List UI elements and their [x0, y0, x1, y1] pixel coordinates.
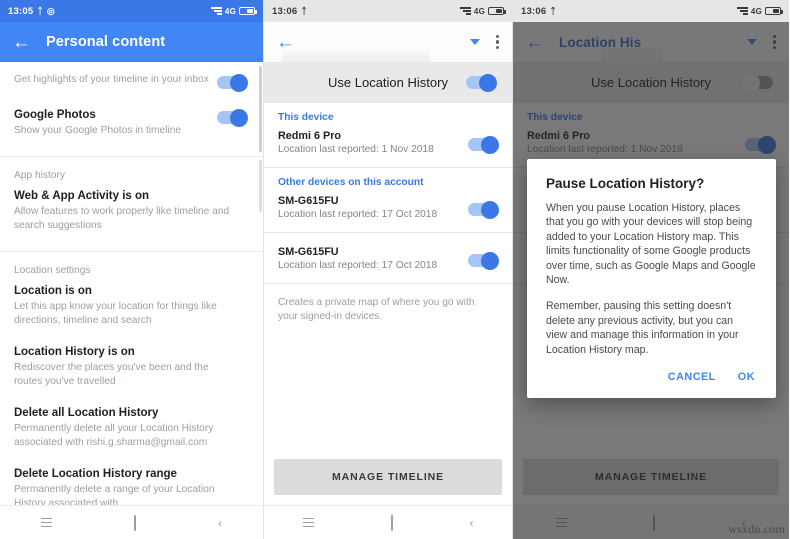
device-last-reported: Location last reported: 17 Oct 2018	[278, 209, 438, 220]
dialog-body: When you pause Location History, places …	[546, 201, 757, 357]
bluetooth-icon: ᛏ	[37, 5, 43, 16]
scrollbar-thumb[interactable]	[259, 66, 262, 152]
hamburger-icon[interactable]	[302, 516, 314, 529]
system-nav-bar-2: ‹	[264, 505, 512, 539]
home-square-icon[interactable]	[134, 514, 136, 531]
device-row-other-1[interactable]: SM-G615FU Location last reported: 17 Oct…	[264, 191, 512, 232]
toggle-device[interactable]	[468, 200, 499, 219]
back-chevron-icon[interactable]: ‹	[470, 517, 474, 529]
location-icon: ◎	[46, 5, 55, 16]
manage-timeline-button[interactable]: MANAGE TIMELINE	[274, 459, 502, 495]
list-item-subtitle: Rediscover the places you've been and th…	[14, 362, 209, 387]
list-item-location-on[interactable]: Location is on Let this app know your lo…	[0, 278, 263, 339]
list-item-subtitle: Show your Google Photos in timeline	[14, 125, 182, 136]
use-location-history-row-2[interactable]: Use Location History	[264, 62, 512, 103]
toggle-device[interactable]	[468, 251, 499, 270]
list-item-subtitle: Allow features to work properly like tim…	[14, 206, 230, 231]
list-item-location-history-on[interactable]: Location History is on Rediscover the pl…	[0, 339, 263, 400]
toggle-device[interactable]	[468, 135, 499, 154]
page-title: Personal content	[46, 34, 166, 50]
back-arrow-icon[interactable]: ←	[12, 33, 34, 52]
back-arrow-icon[interactable]: ←	[276, 33, 298, 52]
status-bar-1: 13:05 ᛏ ◎ 4G	[0, 0, 263, 22]
scrollbar-track[interactable]	[259, 160, 262, 212]
list-item-subtitle: Let this app know your location for thin…	[14, 301, 217, 326]
list-item-google-photos[interactable]: Google Photos Show your Google Photos in…	[0, 100, 263, 149]
toggle-use-location-history[interactable]	[466, 73, 497, 92]
signal-icon	[736, 7, 748, 15]
back-chevron-icon[interactable]: ‹	[218, 517, 222, 529]
list-item-web-app-activity[interactable]: Web & App Activity is on Allow features …	[0, 183, 263, 244]
settings-list-1[interactable]: Get highlights of your timeline in your …	[0, 62, 263, 536]
section-header-location-settings: Location settings	[14, 265, 91, 276]
private-map-note: Creates a private map of where you go wi…	[278, 297, 475, 322]
dialog-paragraph-1: When you pause Location History, places …	[546, 202, 756, 287]
use-location-history-label: Use Location History	[328, 75, 448, 90]
device-name: Redmi 6 Pro	[278, 130, 341, 142]
status-time: 13:06	[272, 5, 298, 17]
network-label: 4G	[224, 6, 236, 16]
signal-icon	[210, 7, 222, 15]
screenshot-root: 13:05 ᛏ ◎ 4G ← Personal content Get high…	[0, 0, 790, 539]
phone-panel-3: 13:06 ᛏ 4G ← Location His Use Location H…	[512, 0, 789, 539]
list-item-title: Delete Location History range	[14, 468, 177, 480]
battery-icon	[765, 6, 783, 16]
home-square-icon[interactable]	[390, 514, 393, 531]
network-label: 4G	[750, 6, 762, 16]
list-item-timeline-highlights[interactable]: Get highlights of your timeline in your …	[0, 62, 263, 100]
device-row-this-device[interactable]: Redmi 6 Pro Location last reported: 1 No…	[264, 126, 512, 167]
cancel-button[interactable]: CANCEL	[668, 371, 716, 383]
manage-timeline-wrap-2: MANAGE TIMELINE	[264, 459, 512, 505]
bluetooth-icon: ᛏ	[550, 5, 556, 16]
device-last-reported: Location last reported: 17 Oct 2018	[278, 260, 438, 271]
kebab-menu-icon[interactable]	[496, 34, 500, 50]
section-header-app-history: App history	[14, 170, 65, 181]
chevron-down-icon[interactable]	[470, 39, 480, 45]
battery-icon	[488, 6, 506, 16]
system-nav-bar-1: ‹	[0, 505, 263, 539]
section-header-other-devices: Other devices on this account	[278, 177, 424, 188]
list-item-title: Delete all Location History	[14, 407, 159, 419]
dialog-actions: CANCEL OK	[546, 357, 757, 391]
battery-icon	[239, 6, 257, 16]
phone-panel-2: 13:06 ᛏ 4G ← Use Location History This d…	[263, 0, 512, 539]
status-bar-3: 13:06 ᛏ 4G	[513, 0, 789, 22]
hamburger-icon[interactable]	[41, 516, 52, 529]
dialog-paragraph-2: Remember, pausing this setting doesn't d…	[546, 300, 739, 356]
device-last-reported: Location last reported: 1 Nov 2018	[278, 144, 434, 155]
toggle-timeline-highlights[interactable]	[217, 73, 248, 92]
list-item-delete-all-location-history[interactable]: Delete all Location History Permanently …	[0, 400, 263, 461]
toggle-google-photos[interactable]	[217, 108, 248, 127]
list-item-title: Location is on	[14, 285, 92, 297]
app-bar-1: ← Personal content	[0, 22, 263, 62]
list-item-subtitle: Permanently delete all your Location His…	[14, 423, 214, 448]
list-item-subtitle: Get highlights of your timeline in your …	[14, 74, 209, 85]
device-name: SM-G615FU	[278, 246, 339, 258]
bluetooth-icon: ᛏ	[301, 5, 307, 16]
list-item-title: Web & App Activity is on	[14, 190, 150, 202]
app-bar-2: ←	[264, 22, 512, 64]
device-row-other-2[interactable]: SM-G615FU Location last reported: 17 Oct…	[264, 233, 512, 283]
ok-button[interactable]: OK	[738, 371, 755, 383]
status-time: 13:05	[8, 5, 34, 17]
phone-panel-1: 13:05 ᛏ ◎ 4G ← Personal content Get high…	[0, 0, 263, 539]
list-item-title: Location History is on	[14, 346, 135, 358]
status-bar-2: 13:06 ᛏ 4G	[264, 0, 512, 22]
dialog-title: Pause Location History?	[546, 176, 705, 191]
network-label: 4G	[473, 6, 485, 16]
status-time: 13:06	[521, 5, 547, 17]
pause-location-history-dialog: Pause Location History? When you pause L…	[527, 159, 776, 399]
signal-icon	[459, 7, 471, 15]
watermark: wsxdn.com	[728, 522, 785, 536]
section-header-this-device: This device	[278, 112, 334, 123]
list-item-title: Google Photos	[14, 109, 96, 121]
device-name: SM-G615FU	[278, 195, 339, 207]
